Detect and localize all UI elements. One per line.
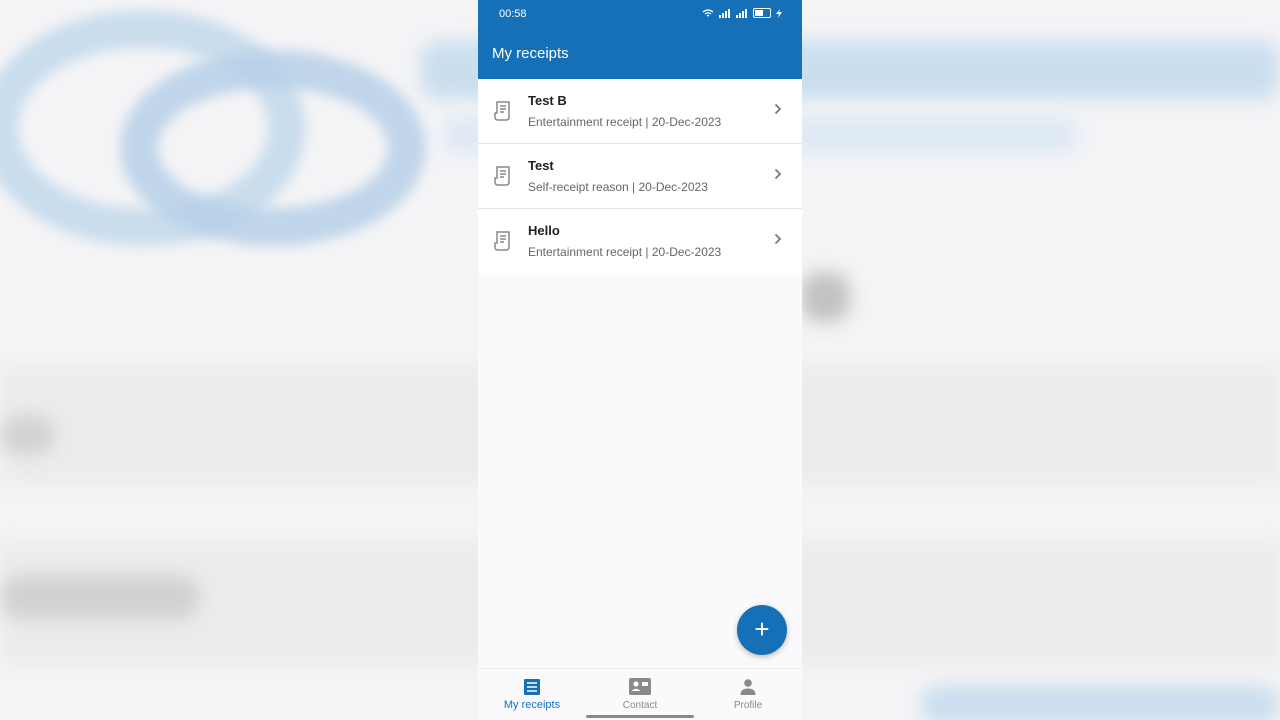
person-icon (740, 679, 756, 695)
tab-my-receipts[interactable]: My receipts (478, 669, 586, 720)
battery-icon (753, 8, 771, 18)
home-indicator[interactable] (586, 715, 694, 718)
tab-profile[interactable]: Profile (694, 669, 802, 720)
signal-icon (719, 8, 730, 18)
contact-card-icon (629, 678, 651, 695)
charging-icon (776, 8, 782, 18)
app-screen: 00:58 My receipts Test B Entertainment r… (478, 0, 802, 720)
receipt-subtitle: Self-receipt reason | 20-Dec-2023 (528, 180, 708, 194)
page-title: My receipts (492, 45, 569, 62)
receipt-subtitle: Entertainment receipt | 20-Dec-2023 (528, 115, 722, 129)
signal-icon (736, 8, 747, 18)
receipt-list-item[interactable]: Test Self-receipt reason | 20-Dec-2023 (478, 144, 802, 209)
chevron-right-icon (774, 233, 782, 245)
receipt-list: Test B Entertainment receipt | 20-Dec-20… (478, 79, 802, 273)
app-header: 00:58 My receipts (478, 0, 802, 79)
tab-label: My receipts (503, 699, 561, 711)
receipt-icon (494, 166, 510, 186)
bottom-navigation: My receipts Contact Profile (478, 668, 802, 720)
add-receipt-button[interactable]: + (737, 605, 787, 655)
receipt-subtitle: Entertainment receipt | 20-Dec-2023 (528, 245, 722, 259)
status-time: 00:58 (499, 8, 527, 20)
status-bar: 00:58 (478, 0, 802, 28)
tab-contact[interactable]: Contact (586, 669, 694, 720)
receipt-icon (494, 231, 510, 251)
receipt-list-item[interactable]: Hello Entertainment receipt | 20-Dec-202… (478, 209, 802, 273)
status-icons (702, 8, 782, 18)
receipt-name: Test B (528, 93, 567, 108)
tab-label: Contact (622, 700, 658, 711)
receipt-list-item[interactable]: Test B Entertainment receipt | 20-Dec-20… (478, 79, 802, 144)
tab-label: Profile (733, 700, 763, 711)
receipt-icon (494, 101, 510, 121)
chevron-right-icon (774, 103, 782, 115)
receipt-list-icon (524, 679, 540, 695)
chevron-right-icon (774, 168, 782, 180)
wifi-icon (702, 8, 714, 16)
receipt-name: Hello (528, 223, 560, 238)
receipt-name: Test (528, 158, 554, 173)
